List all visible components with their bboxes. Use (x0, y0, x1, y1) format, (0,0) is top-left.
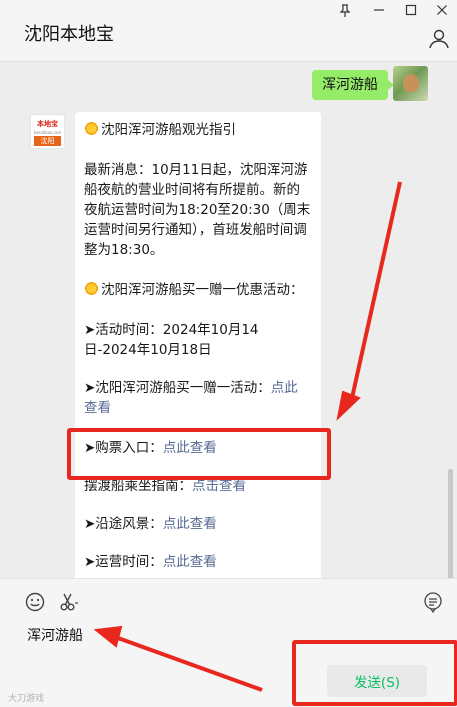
bird-icon (403, 74, 419, 92)
chat-scrollbar[interactable] (448, 469, 453, 578)
my-avatar[interactable] (393, 66, 428, 101)
title-bar: 沈阳本地宝 (0, 0, 457, 62)
ferry-link[interactable]: 点击查看 (192, 478, 246, 494)
sent-message-bubble[interactable]: 浑河游船 (312, 70, 394, 100)
avatar-brand-url: bendibao.com (34, 130, 61, 135)
highlight-box-send (292, 640, 457, 706)
activity-time: ➤活动时间：2024年10月14日-2024年10月18日 (84, 322, 259, 358)
reply-message-card: 沈阳浑河游船观光指引 最新消息：10月11日起，沈阳浑河游船夜航的营业时间将有所… (75, 112, 321, 578)
message-input[interactable]: 浑河游船 (27, 625, 83, 645)
sun-icon (84, 281, 99, 296)
emoji-icon[interactable] (24, 591, 46, 613)
avatar-brand-city: 沈阳 (34, 136, 61, 146)
card-heading: 沈阳浑河游船观光指引 (84, 120, 311, 140)
chat-history-icon[interactable] (422, 591, 444, 613)
card-news: 最新消息：10月11日起，沈阳浑河游船夜航的营业时间将有所提前。新的夜航运营时间… (84, 162, 311, 258)
promo-row: ➤沈阳浑河游船买一赠一活动：点此查看 (84, 380, 298, 416)
close-icon[interactable] (431, 4, 453, 20)
highlight-box-ticket (67, 428, 331, 480)
scenery-link[interactable]: 点此查看 (163, 516, 217, 532)
hours-link[interactable]: 点此查看 (163, 554, 217, 570)
chat-title: 沈阳本地宝 (24, 24, 114, 45)
watermark: 大刀游戏 (8, 694, 45, 704)
scenery-row: ➤沿途风景：点此查看 (84, 516, 217, 532)
hours-row: ➤运营时间：点此查看 (84, 554, 217, 570)
chat-area[interactable]: 浑河游船 本地宝 bendibao.com 沈阳 沈阳浑河游船观光指引 最新消息… (0, 62, 457, 578)
sun-icon (84, 121, 99, 136)
promo-heading: 沈阳浑河游船买一赠一优惠活动： (84, 280, 311, 300)
maximize-icon[interactable] (400, 4, 422, 20)
sender-avatar[interactable]: 本地宝 bendibao.com 沈阳 (30, 114, 65, 149)
minimize-icon[interactable] (368, 4, 390, 20)
pin-icon[interactable] (334, 4, 356, 20)
user-icon[interactable] (428, 28, 450, 50)
scissors-icon[interactable] (58, 591, 80, 613)
